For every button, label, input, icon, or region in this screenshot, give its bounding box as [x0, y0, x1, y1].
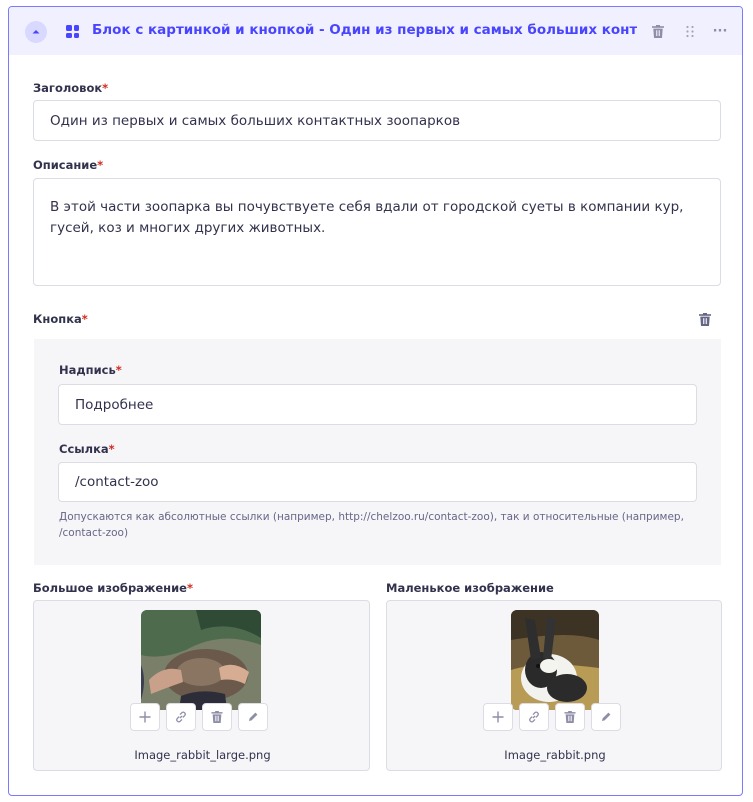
- caption-input[interactable]: Подробнее: [58, 384, 697, 425]
- small-image-actions: [483, 703, 621, 731]
- collapse-button[interactable]: [25, 21, 47, 43]
- grid-icon: [66, 25, 79, 38]
- copy-link-large-image-button[interactable]: [166, 703, 196, 731]
- large-image-filename: Image_rabbit_large.png: [134, 748, 271, 762]
- edit-small-image-button[interactable]: [591, 703, 621, 731]
- add-large-image-button[interactable]: [130, 703, 160, 731]
- large-image-dropzone[interactable]: Image_rabbit_large.png: [33, 600, 370, 771]
- link-field-label: Ссылка*: [59, 442, 115, 456]
- trash-icon: [211, 711, 223, 723]
- more-button[interactable]: ···: [711, 22, 729, 40]
- pencil-icon: [249, 712, 258, 721]
- large-image-preview: [141, 610, 261, 710]
- trash-icon: [564, 711, 576, 723]
- large-image-actions: [130, 703, 268, 731]
- plus-icon: [139, 711, 151, 723]
- large-image-label: Большое изображение*: [33, 581, 194, 595]
- copy-link-small-image-button[interactable]: [519, 703, 549, 731]
- link-icon: [176, 711, 186, 723]
- link-hint: Допускаются как абсолютные ссылки (напри…: [59, 511, 684, 539]
- description-textarea[interactable]: В этой части зоопарка вы почувствуете се…: [33, 178, 721, 286]
- button-group-panel: Надпись* Подробнее Ссылка* /contact-zoo …: [34, 339, 721, 565]
- plus-icon: [492, 711, 504, 723]
- title-input[interactable]: Один из первых и самых больших контактны…: [33, 100, 721, 141]
- small-image-label: Маленькое изображение: [386, 581, 554, 595]
- title-field-label: Заголовок*: [33, 81, 109, 95]
- trash-icon: [652, 24, 664, 38]
- delete-button-group[interactable]: [696, 310, 714, 328]
- trash-icon: [699, 312, 711, 326]
- drag-handle-icon: [686, 25, 694, 37]
- small-image-filename: Image_rabbit.png: [504, 748, 606, 762]
- chevron-up-icon: [32, 30, 40, 34]
- more-icon: ···: [712, 23, 728, 39]
- edit-large-image-button[interactable]: [238, 703, 268, 731]
- small-image-preview: [511, 610, 599, 710]
- component-block-card: Блок с картинкой и кнопкой - Один из пер…: [8, 6, 743, 796]
- delete-large-image-button[interactable]: [202, 703, 232, 731]
- component-block-header[interactable]: Блок с картинкой и кнопкой - Один из пер…: [9, 7, 742, 55]
- link-input[interactable]: /contact-zoo: [58, 462, 697, 502]
- add-small-image-button[interactable]: [483, 703, 513, 731]
- delete-component-button[interactable]: [649, 22, 667, 40]
- description-field-label: Описание*: [33, 158, 104, 172]
- component-title: Блок с картинкой и кнопкой - Один из пер…: [92, 22, 637, 38]
- delete-small-image-button[interactable]: [555, 703, 585, 731]
- drag-handle-button[interactable]: [681, 22, 699, 40]
- button-group-label: Кнопка*: [33, 312, 88, 326]
- link-icon: [529, 711, 539, 723]
- pencil-icon: [602, 712, 611, 721]
- caption-field-label: Надпись*: [59, 363, 122, 377]
- small-image-dropzone[interactable]: Image_rabbit.png: [386, 600, 722, 771]
